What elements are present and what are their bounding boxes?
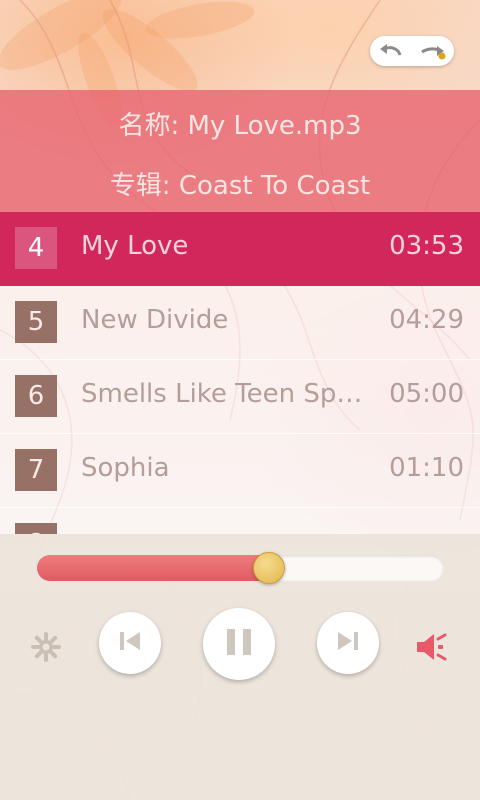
gear-icon[interactable] (29, 630, 63, 664)
song-name-label: 名称: My Love.mp3 (118, 111, 362, 141)
track-title: Smells Like Teen Spirit (81, 379, 366, 409)
swap-toggle-pill[interactable] (370, 36, 454, 66)
forward-swap-arrow-icon[interactable] (418, 40, 448, 62)
progress-thumb[interactable] (252, 552, 285, 584)
album-name-label: 专辑: Coast To Coast (109, 171, 371, 201)
track-duration: 01:10 (389, 453, 464, 483)
pause-button[interactable] (203, 608, 275, 680)
pause-icon (226, 628, 252, 660)
track-number: 8 (15, 523, 57, 534)
track-row[interactable]: 7 Sophia 01:10 (0, 434, 480, 508)
track-duration: 03:53 (389, 231, 464, 261)
back-swap-arrow-icon[interactable] (376, 40, 406, 62)
track-duration: 04:29 (389, 305, 464, 335)
track-number: 4 (15, 227, 57, 269)
track-title: New Divide (81, 305, 229, 335)
previous-button[interactable] (99, 612, 161, 674)
skip-next-icon (337, 631, 359, 655)
track-number: 7 (15, 449, 57, 491)
track-row[interactable]: 8 (0, 508, 480, 534)
track-list[interactable]: 4 My Love 03:53 5 New Divide 04:29 6 Sme… (0, 212, 480, 534)
track-row[interactable]: 4 My Love 03:53 (0, 212, 480, 286)
track-number: 5 (15, 301, 57, 343)
now-playing-info: 名称: My Love.mp3 专辑: Coast To Coast (0, 90, 480, 212)
track-title: My Love (81, 231, 189, 261)
speaker-icon[interactable] (414, 630, 454, 664)
track-duration: 05:00 (389, 379, 464, 409)
progress-bar[interactable] (37, 555, 444, 581)
progress-fill (37, 555, 269, 581)
track-number: 6 (15, 375, 57, 417)
track-title: Sophia (81, 453, 170, 483)
track-row[interactable]: 6 Smells Like Teen Spirit 05:00 (0, 360, 480, 434)
player-controls (0, 534, 480, 800)
track-row[interactable]: 5 New Divide 04:29 (0, 286, 480, 360)
next-button[interactable] (317, 612, 379, 674)
skip-previous-icon (119, 631, 141, 655)
